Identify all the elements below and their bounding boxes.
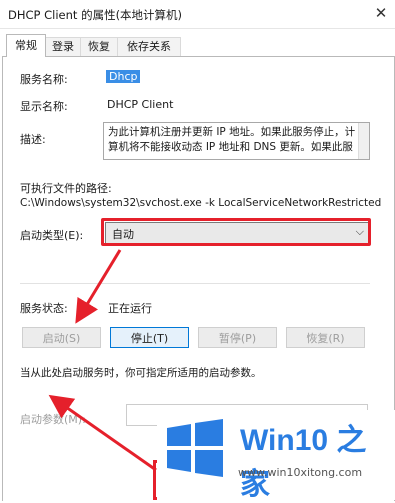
windows-logo-icon <box>167 419 223 477</box>
tab-general[interactable]: 常规 <box>6 34 46 57</box>
annotation-arrow-2 <box>48 394 157 472</box>
watermark-url: www.win10xitong.com <box>238 466 363 479</box>
annotation-arrow-1 <box>75 249 122 324</box>
watermark-brand: Win10 之家 <box>240 424 367 501</box>
